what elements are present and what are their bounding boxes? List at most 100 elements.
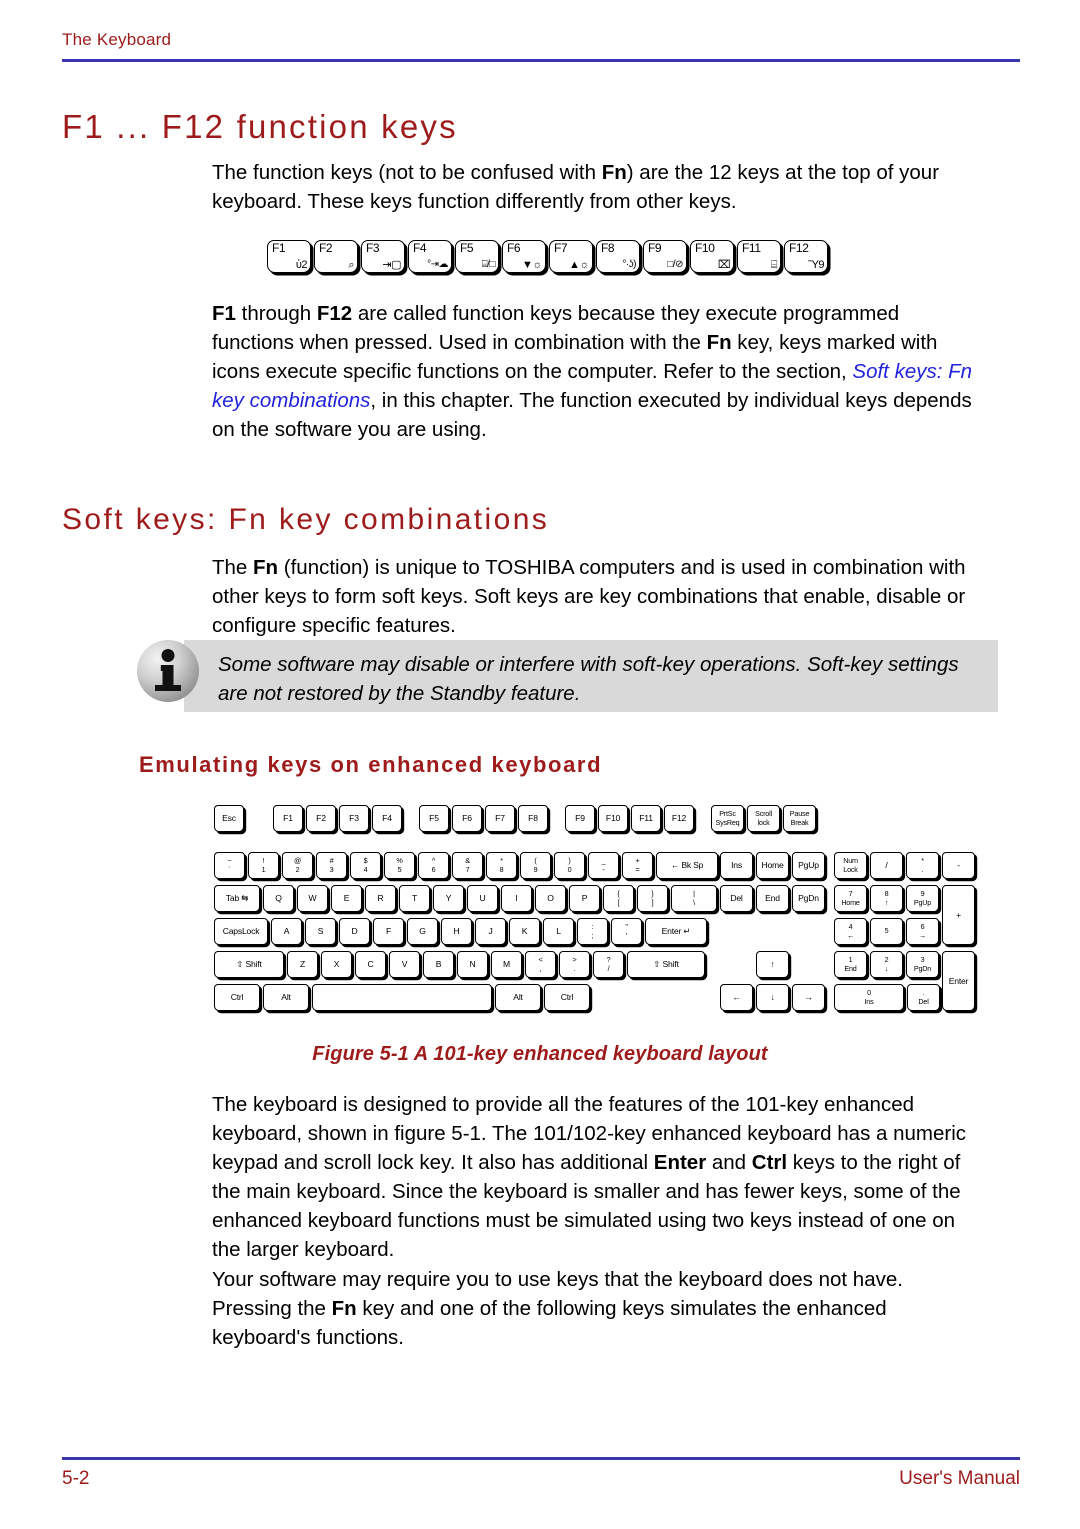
kb-key-capslock: CapsLock: [214, 918, 268, 945]
kb-key-label: Alt: [513, 992, 523, 1003]
kb-key-p: P: [569, 885, 600, 912]
header-divider: [62, 59, 1020, 62]
kb-key-label: F3: [349, 813, 359, 824]
kb-key-label: F: [385, 926, 392, 937]
kb-key-label: `: [228, 864, 231, 874]
kb-key--: " ': [611, 918, 642, 945]
kb-key-label: C: [367, 959, 374, 970]
kb-key-label: PgDn: [798, 893, 819, 904]
kb-key-label: ←: [732, 992, 741, 1003]
kb-key-label: 2: [295, 864, 300, 874]
kb-key-label: Ctrl: [560, 992, 574, 1003]
kb-key-label: +: [956, 909, 961, 920]
kb-key-m: M: [491, 951, 522, 978]
kb-key-f11: F11: [631, 805, 661, 832]
kb-key-f1: F1: [273, 805, 303, 832]
kb-key-label: F4: [382, 813, 392, 824]
kb-key-9: (9: [520, 852, 551, 879]
fn-key-glyph: ⌸: [770, 259, 778, 271]
fn-key-f11: F11 ⌸: [737, 240, 781, 273]
kb-key--: ←: [720, 984, 753, 1011]
kb-key-label: [: [617, 897, 620, 907]
kb-key-i: I: [501, 885, 532, 912]
kb-key-e: E: [331, 885, 362, 912]
kb-key--: >.: [559, 951, 590, 978]
kb-key--: }]: [637, 885, 668, 912]
kb-key-x: X: [321, 951, 352, 978]
kb-key-label: M: [503, 959, 510, 970]
kb-key-label: V: [401, 959, 408, 970]
kb-key--: _ -: [588, 852, 619, 879]
kb-key-label: ⇧ Shift: [236, 959, 262, 970]
bold-enter: Enter: [653, 1151, 707, 1174]
kb-key-v: V: [389, 951, 420, 978]
kb-keypad-row5: 0 Ins. Del: [834, 984, 943, 1011]
kb-key--bk-sp: ← Bk Sp: [656, 852, 718, 879]
fn-key-glyph: ⌕: [348, 259, 354, 271]
kb-key-7: & 7: [452, 852, 483, 879]
kb-key-label: ↑: [884, 897, 889, 907]
kb-key-sysreq: PrtSc SysReq: [711, 805, 744, 832]
kb-key-label: Lock: [843, 864, 858, 874]
document-page: The Keyboard F1 ... F12 function keys Th…: [0, 0, 1080, 1529]
kb-key-del: . Del: [907, 984, 940, 1011]
kb-key-label: J: [488, 926, 493, 937]
kb-key-label: Break: [790, 817, 809, 827]
kb-key-label: F5: [429, 813, 439, 824]
paragraph-function-keys-detail: F1 through F12 are called function keys …: [212, 299, 980, 444]
kb-key-label: Ctrl: [230, 992, 244, 1003]
fn-key-label: F8: [601, 241, 615, 255]
kb-key-label: F7: [495, 813, 505, 824]
kb-key-k: K: [509, 918, 540, 945]
fn-key-label: F6: [507, 241, 521, 255]
kb-key-label: Alt: [281, 992, 291, 1003]
bold-fn: Fn: [331, 1297, 357, 1320]
kb-key-label: L: [556, 926, 561, 937]
kb-nav-cluster-bottom: Del End PgDn: [720, 885, 828, 912]
kb-key-label: Home: [761, 860, 784, 871]
kb-key-f6: F6: [452, 805, 482, 832]
kb-key-label: =: [635, 864, 640, 874]
kb-key-f: F: [373, 918, 404, 945]
text-fragment: and: [706, 1151, 752, 1174]
kb-key-label: W: [308, 893, 317, 904]
kb-key-s: S: [305, 918, 336, 945]
kb-key-o: O: [535, 885, 566, 912]
fn-key-f4: F4 °⇥☁: [408, 240, 452, 273]
paragraph-software-requires: Your software may require you to use key…: [212, 1265, 980, 1352]
kb-key--: :;: [577, 918, 608, 945]
kb-key-label: CapsLock: [222, 926, 260, 937]
kb-key-label: Ins: [731, 860, 742, 871]
kb-key-label: SysReq: [715, 817, 740, 827]
kb-key-label: ': [625, 930, 628, 940]
subsection-title-emulating-keys: Emulating keys on enhanced keyboard: [139, 752, 603, 778]
fn-key-f3: F3 ⇥▢: [361, 240, 405, 273]
kb-key-f7: F7: [485, 805, 515, 832]
kb-key-label: Enter: [948, 975, 969, 986]
kb-key-label: X: [333, 959, 340, 970]
info-icon-serif-bottom: [155, 685, 181, 691]
kb-key-label: Del: [730, 893, 743, 904]
text-fragment: The function keys (not to be confused wi…: [212, 161, 602, 184]
kb-key-q: Q: [263, 885, 294, 912]
kb-row-home: CapsLock A S D F G H J K L:; " ' Enter ↵: [214, 918, 710, 945]
kb-key-label: 4: [363, 864, 368, 874]
kb-key--: *.: [906, 852, 939, 879]
note-text: Some software may disable or interfere w…: [218, 653, 959, 705]
kb-key-tab-: Tab ⇆: [214, 885, 260, 912]
kb-key-home: 7 Home: [834, 885, 867, 912]
bold-f12: F12: [316, 302, 353, 325]
kb-keypad-row2: 7 Home 8 ↑ 9 PgUp: [834, 885, 942, 912]
kb-key-label: lock: [757, 817, 770, 827]
kb-key-label: 5: [397, 864, 402, 874]
kb-key-label: F2: [316, 813, 326, 824]
kb-key-label: F12: [671, 813, 687, 824]
kb-key-home: Home: [756, 852, 789, 879]
kb-key-lock: Num Lock: [834, 852, 867, 879]
note-box: Some software may disable or interfere w…: [184, 640, 998, 712]
kb-keypad-plus: +: [942, 885, 978, 945]
kb-key-label: E: [343, 893, 350, 904]
text-fragment: through: [235, 302, 317, 325]
kb-key-del: Del: [720, 885, 753, 912]
fn-key-f7: F7 ▲☼: [549, 240, 593, 273]
